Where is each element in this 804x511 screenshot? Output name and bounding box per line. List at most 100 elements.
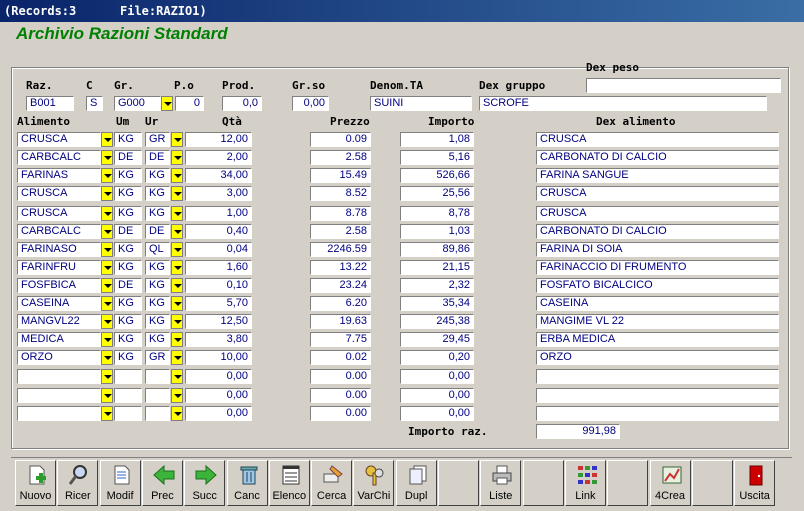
ur-dropdown-button[interactable] [171, 350, 183, 365]
alimento-dropdown-button[interactable] [101, 369, 113, 384]
alimento-field[interactable]: CARBCALC [17, 224, 101, 239]
alimento-field[interactable]: CARBCALC [17, 150, 101, 165]
um-field[interactable]: KG [114, 332, 142, 347]
alimento-field[interactable]: MANGVL22 [17, 314, 101, 329]
prezzo-field[interactable]: 23.24 [310, 278, 371, 293]
um-field[interactable]: KG [114, 186, 142, 201]
prezzo-field[interactable]: 19.63 [310, 314, 371, 329]
alimento-dropdown-button[interactable] [101, 168, 113, 183]
alimento-dropdown-button[interactable] [101, 332, 113, 347]
qta-field[interactable]: 1,60 [185, 260, 252, 275]
toolbar-canc-button[interactable]: Canc [226, 460, 268, 506]
alimento-dropdown-button[interactable] [101, 242, 113, 257]
qta-field[interactable]: 0,10 [185, 278, 252, 293]
qta-field[interactable]: 0,00 [185, 388, 252, 403]
toolbar-ricer-button[interactable]: Ricer [57, 460, 99, 506]
toolbar-nuovo-button[interactable]: Nuovo [15, 460, 56, 506]
ur-dropdown-button[interactable] [171, 260, 183, 275]
alimento-field[interactable]: FOSFBICA [17, 278, 101, 293]
alimento-dropdown-button[interactable] [101, 388, 113, 403]
qta-field[interactable]: 12,50 [185, 314, 252, 329]
ur-field[interactable]: KG [145, 278, 170, 293]
ur-field[interactable] [145, 369, 170, 384]
ur-field[interactable]: KG [145, 260, 170, 275]
prezzo-field[interactable]: 2.58 [310, 150, 371, 165]
um-field[interactable]: KG [114, 350, 142, 365]
ur-field[interactable]: KG [145, 314, 170, 329]
alimento-field[interactable]: CRUSCA [17, 186, 101, 201]
ur-field[interactable]: KG [145, 168, 170, 183]
alimento-field[interactable]: CRUSCA [17, 206, 101, 221]
ur-dropdown-button[interactable] [171, 206, 183, 221]
alimento-dropdown-button[interactable] [101, 278, 113, 293]
qta-field[interactable]: 34,00 [185, 168, 252, 183]
gr-dropdown-button[interactable] [161, 96, 173, 111]
qta-field[interactable]: 3,80 [185, 332, 252, 347]
ur-dropdown-button[interactable] [171, 150, 183, 165]
alimento-dropdown-button[interactable] [101, 150, 113, 165]
toolbar-elenco-button[interactable]: Elenco [268, 460, 310, 506]
gr-field[interactable]: G000 [114, 96, 161, 111]
qta-field[interactable]: 3,00 [185, 186, 252, 201]
prezzo-field[interactable]: 8.52 [310, 186, 371, 201]
po-field[interactable]: 0 [175, 96, 204, 111]
prezzo-field[interactable]: 0.00 [310, 369, 371, 384]
qta-field[interactable]: 2,00 [185, 150, 252, 165]
alimento-field[interactable]: FARINAS [17, 168, 101, 183]
denom-field[interactable]: SUINI [370, 96, 472, 111]
toolbar-liste-button[interactable]: Liste [480, 460, 522, 506]
alimento-dropdown-button[interactable] [101, 186, 113, 201]
alimento-dropdown-button[interactable] [101, 314, 113, 329]
toolbar-dupl-button[interactable]: Dupl [395, 460, 437, 506]
alimento-field[interactable]: FARINFRU [17, 260, 101, 275]
ur-dropdown-button[interactable] [171, 296, 183, 311]
ur-dropdown-button[interactable] [171, 278, 183, 293]
alimento-field[interactable]: ORZO [17, 350, 101, 365]
prezzo-field[interactable]: 2.58 [310, 224, 371, 239]
ur-dropdown-button[interactable] [171, 168, 183, 183]
ur-dropdown-button[interactable] [171, 132, 183, 147]
raz-field[interactable]: B001 [26, 96, 74, 111]
prezzo-field[interactable]: 0.02 [310, 350, 371, 365]
ur-field[interactable] [145, 388, 170, 403]
prezzo-field[interactable]: 6.20 [310, 296, 371, 311]
um-field[interactable]: KG [114, 296, 142, 311]
prod-field[interactable]: 0,0 [222, 96, 262, 111]
alimento-field[interactable]: CASEINA [17, 296, 101, 311]
ur-field[interactable]: KG [145, 332, 170, 347]
um-field[interactable]: DE [114, 278, 142, 293]
ur-field[interactable]: DE [145, 224, 170, 239]
toolbar-uscita-button[interactable]: Uscita [734, 460, 776, 506]
um-field[interactable] [114, 369, 142, 384]
prezzo-field[interactable]: 13.22 [310, 260, 371, 275]
alimento-dropdown-button[interactable] [101, 132, 113, 147]
ur-dropdown-button[interactable] [171, 388, 183, 403]
ur-dropdown-button[interactable] [171, 314, 183, 329]
ur-field[interactable]: GR [145, 350, 170, 365]
alimento-field[interactable] [17, 369, 101, 384]
um-field[interactable]: KG [114, 132, 142, 147]
qta-field[interactable]: 0,00 [185, 406, 252, 421]
toolbar-cerca-button[interactable]: Cerca [311, 460, 353, 506]
um-field[interactable]: KG [114, 314, 142, 329]
ur-dropdown-button[interactable] [171, 242, 183, 257]
alimento-field[interactable]: CRUSCA [17, 132, 101, 147]
alimento-field[interactable] [17, 406, 101, 421]
qta-field[interactable]: 1,00 [185, 206, 252, 221]
toolbar-4crea-button[interactable]: 4Crea [649, 460, 691, 506]
um-field[interactable] [114, 406, 142, 421]
prezzo-field[interactable]: 0.00 [310, 388, 371, 403]
alimento-field[interactable]: FARINASO [17, 242, 101, 257]
prezzo-field[interactable]: 0.09 [310, 132, 371, 147]
ur-field[interactable]: QL [145, 242, 170, 257]
alimento-dropdown-button[interactable] [101, 406, 113, 421]
toolbar-succ-button[interactable]: Succ [184, 460, 226, 506]
qta-field[interactable]: 12,00 [185, 132, 252, 147]
ur-field[interactable]: GR [145, 132, 170, 147]
alimento-dropdown-button[interactable] [101, 206, 113, 221]
ur-field[interactable]: KG [145, 296, 170, 311]
grso-field[interactable]: 0,00 [292, 96, 329, 111]
alimento-field[interactable] [17, 388, 101, 403]
c-field[interactable]: S [86, 96, 103, 111]
alimento-field[interactable]: MEDICA [17, 332, 101, 347]
